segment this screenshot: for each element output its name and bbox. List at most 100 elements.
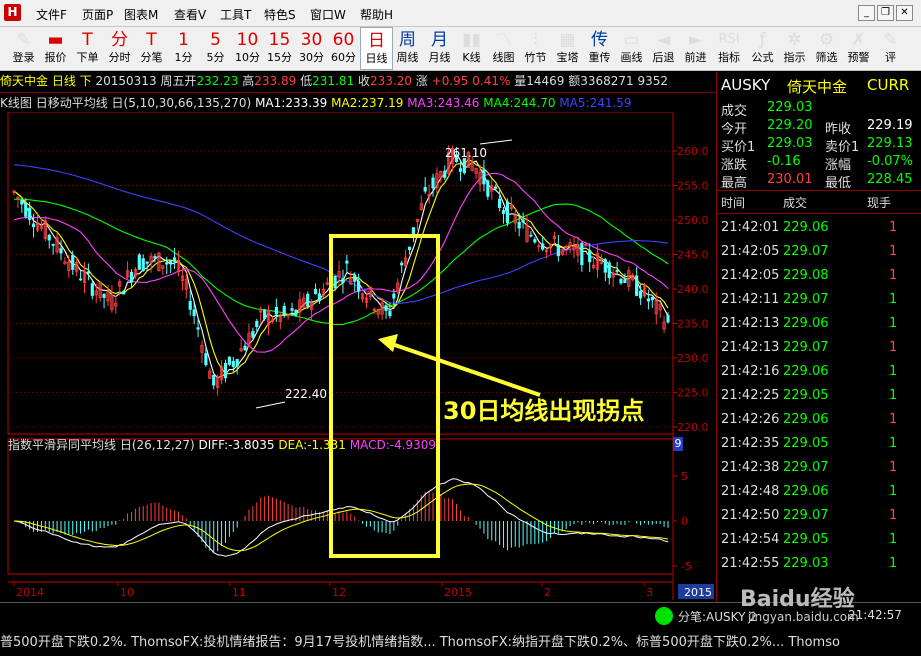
candle-body	[59, 248, 63, 254]
tick-price: 229.05	[783, 436, 829, 451]
macd-legend: 指数平滑异同平均线 日(26,12,27) DIFF:-3.8035 DEA:-…	[8, 436, 688, 452]
quote-label: 成交	[721, 104, 748, 119]
toolbar-button-11[interactable]: 日日线	[360, 27, 393, 70]
toolbar-label-3: 分时	[108, 51, 131, 64]
menu-chart[interactable]: 图表M	[124, 6, 158, 23]
candle-body	[263, 309, 267, 319]
tick-volume: 1	[889, 388, 898, 403]
toolbar-button-14[interactable]: ▮▮ K线	[456, 27, 487, 70]
tick-volume: 1	[889, 244, 898, 259]
tick-price: 229.07	[783, 340, 829, 355]
candle-body	[294, 309, 298, 316]
amount-value: 3368271 9352	[580, 74, 669, 88]
toolbar-label-5: 1分	[174, 51, 193, 64]
menu-file[interactable]: 文件F	[36, 6, 67, 23]
toolbar-button-2[interactable]: T 下单	[72, 27, 103, 70]
tick-time: 21:42:26	[721, 412, 780, 427]
menu-window[interactable]: 窗口W	[310, 6, 346, 23]
macd-corner-badge[interactable]: 9	[673, 437, 683, 451]
toolbar-label-26: 预警	[847, 51, 870, 64]
toolbar-button-20[interactable]: ◄ 后退	[648, 27, 679, 70]
toolbar-label-14: K线	[462, 51, 481, 64]
restore-icon[interactable]: ❐	[877, 5, 894, 21]
toolbar-button-26[interactable]: ✗ 预警	[843, 27, 874, 70]
candle-body	[494, 186, 498, 189]
toolbar-button-16[interactable]: ⫶ 竹节	[520, 27, 551, 70]
toolbar-button-0[interactable]: ✎ 登录	[8, 27, 39, 70]
menu-tools[interactable]: 工具T	[220, 6, 251, 23]
macd-tick-label: 0	[681, 515, 688, 528]
menu-page[interactable]: 页面P	[82, 6, 113, 23]
toolbar-button-21[interactable]: ► 前进	[680, 27, 711, 70]
quote-label: 涨幅	[825, 158, 852, 173]
toolbar-button-10[interactable]: 60 60分	[328, 27, 359, 70]
chart-grid	[7, 112, 674, 600]
open-value: 232.23	[196, 74, 239, 88]
candle-body	[212, 374, 216, 386]
tick-volume: 1	[889, 412, 898, 427]
toolbar-icon-21: ►	[688, 30, 703, 50]
toolbar-button-17[interactable]: ▦ 宝塔	[552, 27, 583, 70]
toolbar-icon-19: ▭	[623, 30, 640, 50]
candle-body	[517, 221, 521, 229]
toolbar-label-24: 指示	[783, 51, 806, 64]
toolbar-button-7[interactable]: 10 10分	[232, 27, 263, 70]
toolbar-button-5[interactable]: 1 1分	[168, 27, 199, 70]
ma-indicator-name[interactable]: 日移动平均线	[36, 96, 108, 110]
menu-features[interactable]: 特色S	[264, 6, 296, 23]
ma5-value: MA5:241.59	[559, 96, 632, 110]
toolbar-button-6[interactable]: 5 5分	[200, 27, 231, 70]
toolbar-button-18[interactable]: 传重传	[584, 27, 615, 70]
tick-volume: 1	[889, 292, 898, 307]
toolbar-button-13[interactable]: 月月线	[424, 27, 455, 70]
toolbar-button-25[interactable]: ⚙ 筛选	[811, 27, 842, 70]
date-tick-label: 2014	[16, 586, 44, 599]
toolbar-button-22[interactable]: RSI 指标	[712, 27, 746, 70]
menu-view[interactable]: 查看V	[174, 6, 206, 23]
toolbar-button-4[interactable]: T 分笔	[136, 27, 167, 70]
toolbar-icon-16: ⫶	[533, 30, 538, 50]
toolbar-label-12: 周线	[396, 51, 419, 64]
high-marker-line	[479, 139, 513, 145]
news-ticker[interactable]: 普500开盘下跌0.2%. ThomsoFX:投机情绪报告：9月17号投机情绪指…	[0, 629, 921, 656]
toolbar-label-19: 画线	[620, 51, 643, 64]
close-icon[interactable]: ✕	[896, 5, 913, 21]
toolbar-icon-24: ✲	[787, 30, 802, 50]
toolbar-button-24[interactable]: ✲ 指示	[779, 27, 810, 70]
toolbar-button-1[interactable]: ▬ 报价	[40, 27, 71, 70]
toolbar-label-21: 前进	[684, 51, 707, 64]
quote-value: 230.01	[767, 172, 813, 187]
candle-body	[443, 170, 447, 178]
ma3-value: MA3:243.46	[407, 96, 480, 110]
kline-chart[interactable]: 260.0 255.0 250.0 245.0 240.0 235.0 230.0 225.0…	[0, 112, 715, 600]
minimize-icon[interactable]: _	[858, 5, 875, 21]
quote-label: 买价1	[721, 140, 756, 155]
quote-currency: CURR	[867, 76, 910, 94]
toolbar-button-9[interactable]: 30 30分	[296, 27, 327, 70]
date-tick-label: 11	[232, 586, 246, 599]
toolbar-label-17: 宝塔	[556, 51, 579, 64]
macd-title[interactable]: 指数平滑异同平均线	[8, 438, 116, 452]
candle-body	[407, 246, 412, 250]
tick-row: 21:42:25 229.05 1	[717, 384, 921, 408]
toolbar-button-23[interactable]: ƒ 公式	[747, 27, 778, 70]
tick-price: 229.06	[783, 412, 829, 427]
toolbar-label-20: 后退	[652, 51, 675, 64]
watermark-url: jingyan.baidu.com	[748, 610, 859, 624]
date-tick-label: 3	[646, 586, 653, 599]
toolbar-button-12[interactable]: 周周线	[392, 27, 423, 70]
menu-help[interactable]: 帮助H	[360, 6, 393, 23]
date-tick-label: 2	[544, 586, 551, 599]
quote-label: 涨跌	[721, 158, 748, 173]
toolbar-icon-11: 日	[368, 31, 385, 51]
toolbar-button-15[interactable]: 〽线图	[488, 27, 519, 70]
toolbar-label-11: 日线	[365, 52, 388, 65]
candle-body	[638, 290, 643, 299]
toolbar-button-27[interactable]: ✎ 评	[875, 27, 906, 70]
toolbar-button-3[interactable]: 分分时	[104, 27, 135, 70]
candle-body	[392, 293, 396, 299]
tick-price: 229.06	[783, 484, 829, 499]
toolbar-button-8[interactable]: 15 15分	[264, 27, 295, 70]
tick-volume: 1	[889, 460, 898, 475]
toolbar-button-19[interactable]: ▭ 画线	[616, 27, 647, 70]
